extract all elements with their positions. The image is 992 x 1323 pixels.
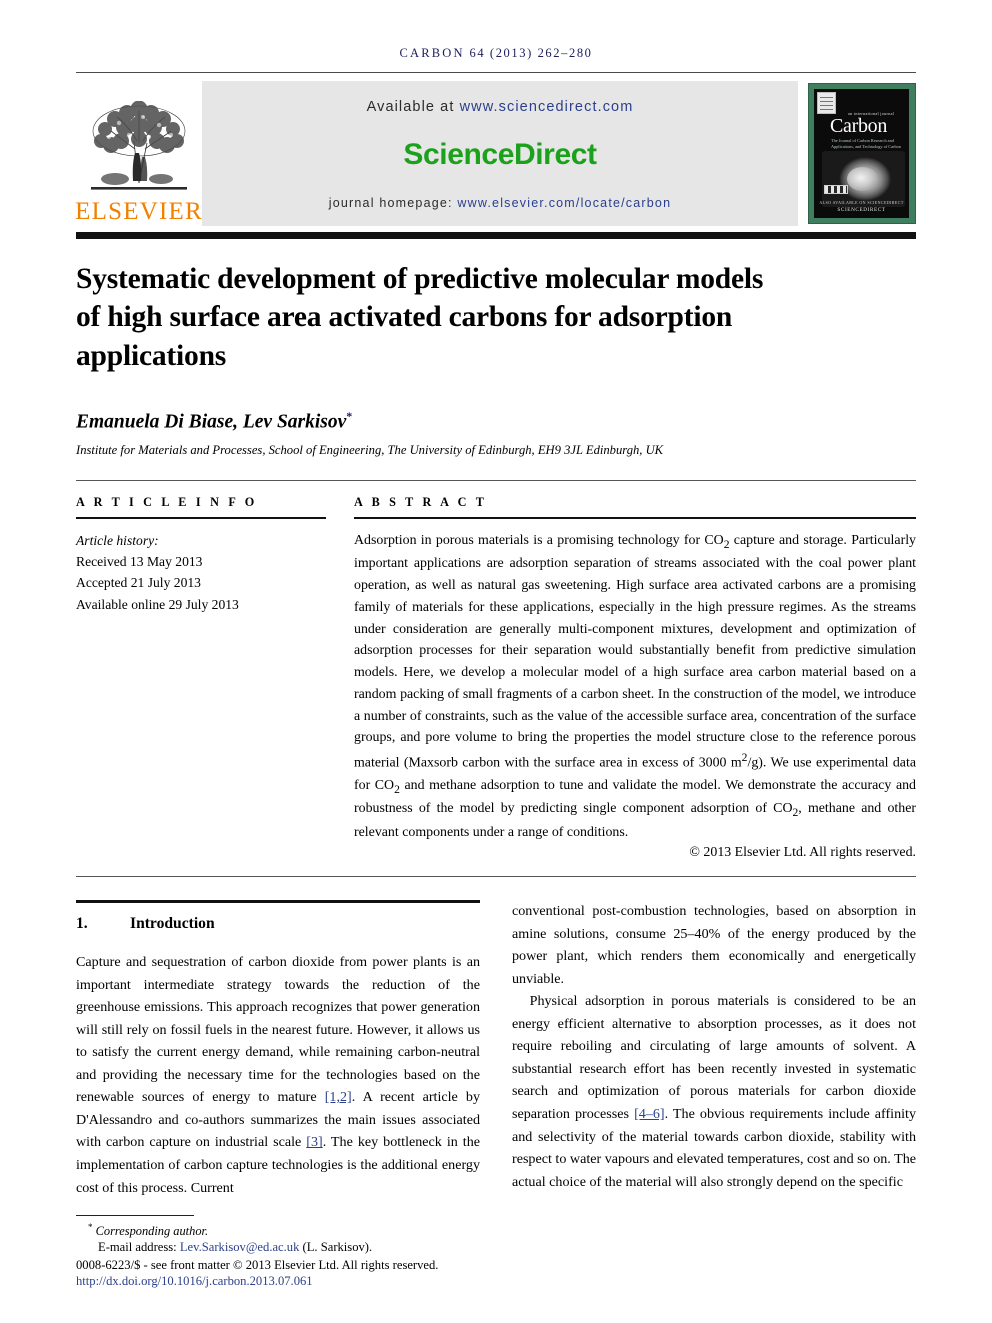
citation-link-3[interactable]: [3]	[306, 1134, 322, 1150]
sciencedirect-logo: ScienceDirect	[403, 137, 597, 171]
author-names: Emanuela Di Biase, Lev Sarkisov	[76, 411, 347, 433]
abstract-column: A B S T R A C T Adsorption in porous mat…	[354, 495, 916, 862]
elsevier-tree-icon	[91, 101, 187, 190]
article-history: Article history: Received 13 May 2013 Ac…	[76, 530, 326, 615]
footnote-divider	[76, 1214, 194, 1216]
column-gutter	[326, 495, 354, 862]
elsevier-logo: ELSEVIER	[75, 81, 203, 226]
article-title: Systematic development of predictive mol…	[76, 263, 764, 372]
article-received-date: Received 13 May 2013	[76, 553, 203, 569]
article-available-online-date: Available online 29 July 2013	[76, 596, 239, 612]
right-paragraph-1: conventional post-combustion technologie…	[512, 903, 916, 987]
journal-homepage-link[interactable]: www.elsevier.com/locate/carbon	[457, 196, 671, 210]
abstract-text: Adsorption in porous materials is a prom…	[354, 532, 917, 841]
right-para-part-a: Physical adsorption in porous materials …	[512, 993, 916, 1122]
abstract-copyright: © 2013 Elsevier Ltd. All rights reserved…	[689, 845, 916, 861]
cover-sem-image	[822, 151, 905, 207]
available-at-line: Available at www.sciencedirect.com	[367, 99, 634, 115]
title-block-divider	[76, 479, 916, 481]
section-heading-introduction: 1. Introduction	[76, 915, 480, 933]
doi-link[interactable]: http://dx.doi.org/10.1016/j.carbon.2013.…	[76, 1274, 480, 1289]
left-para-part-a: Capture and sequestration of carbon diox…	[76, 954, 480, 1106]
email-suffix: (L. Sarkisov).	[299, 1240, 373, 1254]
corresponding-author-note: * Corresponding author.	[88, 1222, 480, 1239]
journal-cover-container: an international journal Carbon The Jour…	[798, 81, 916, 226]
running-head-citation: 64 (2013) 262–280	[469, 46, 593, 60]
article-history-label: Article history:	[76, 532, 159, 548]
sciencedirect-link[interactable]: www.sciencedirect.com	[460, 99, 634, 115]
homepage-prefix: journal homepage:	[328, 196, 458, 210]
sciencedirect-banner: Available at www.sciencedirect.com Scien…	[202, 81, 798, 226]
right-paragraph-2: Physical adsorption in porous materials …	[512, 990, 916, 1193]
article-page: CARBON 64 (2013) 262–280 ELSEVIER Availa…	[0, 0, 992, 1323]
body-column-gutter	[480, 900, 512, 1199]
footnote-marker: *	[88, 1221, 93, 1232]
info-abstract-row: A R T I C L E I N F O Article history: R…	[76, 495, 916, 862]
cover-inner: an international journal Carbon The Jour…	[814, 89, 909, 218]
cover-scale-bar-icon	[824, 185, 848, 194]
body-column-left: 1. Introduction Capture and sequestratio…	[76, 900, 480, 1199]
article-accepted-date: Accepted 21 July 2013	[76, 575, 201, 591]
available-at-prefix: Available at	[366, 99, 460, 115]
page-footer: * Corresponding author. E-mail address: …	[76, 1214, 480, 1289]
masthead-divider	[76, 232, 916, 239]
section-title: Introduction	[130, 915, 215, 933]
journal-homepage-line: journal homepage: www.elsevier.com/locat…	[329, 196, 671, 210]
cover-footer-line1: ALSO AVAILABLE ON SCIENCEDIRECT	[819, 200, 904, 205]
header-divider	[76, 72, 916, 73]
abstract-heading: A B S T R A C T	[354, 494, 488, 509]
article-info-heading: A R T I C L E I N F O	[76, 494, 258, 509]
running-head-journal: CARBON	[399, 46, 465, 60]
elsevier-wordmark: ELSEVIER	[75, 198, 203, 225]
author-list: Emanuela Di Biase, Lev Sarkisov*	[76, 409, 916, 434]
article-info-column: A R T I C L E I N F O Article history: R…	[76, 495, 326, 862]
running-head: CARBON 64 (2013) 262–280	[76, 0, 916, 68]
masthead: ELSEVIER Available at www.sciencedirect.…	[75, 81, 916, 226]
corresponding-author-label: Corresponding author.	[95, 1224, 209, 1238]
email-label: E-mail address:	[98, 1240, 180, 1254]
section-top-rule	[76, 900, 480, 904]
journal-cover-thumbnail[interactable]: an international journal Carbon The Jour…	[808, 83, 916, 224]
section-number: 1.	[76, 915, 88, 933]
email-note: E-mail address: Lev.Sarkisov@ed.ac.uk (L…	[98, 1240, 480, 1255]
body-column-right: conventional post-combustion technologie…	[512, 900, 916, 1199]
cover-title: Carbon	[830, 115, 888, 137]
citation-link-4-6[interactable]: [4–6]	[634, 1106, 665, 1122]
article-info-heading-rule	[76, 516, 326, 519]
cover-elsevier-badge-icon	[817, 92, 836, 114]
left-paragraph-1: Capture and sequestration of carbon diox…	[76, 951, 480, 1199]
email-link[interactable]: Lev.Sarkisov@ed.ac.uk	[180, 1240, 300, 1254]
issn-copyright-line: 0008-6223/$ - see front matter © 2013 El…	[76, 1258, 439, 1272]
cover-footer-line2: SCIENCEDIRECT	[837, 207, 886, 213]
abstract-heading-rule	[354, 516, 916, 519]
corresponding-author-marker: *	[346, 409, 353, 424]
citation-link-1-2[interactable]: [1,2]	[325, 1089, 352, 1105]
abstract-bottom-divider	[76, 876, 916, 878]
affiliation: Institute for Materials and Processes, S…	[76, 442, 664, 457]
body-columns: 1. Introduction Capture and sequestratio…	[76, 900, 916, 1199]
